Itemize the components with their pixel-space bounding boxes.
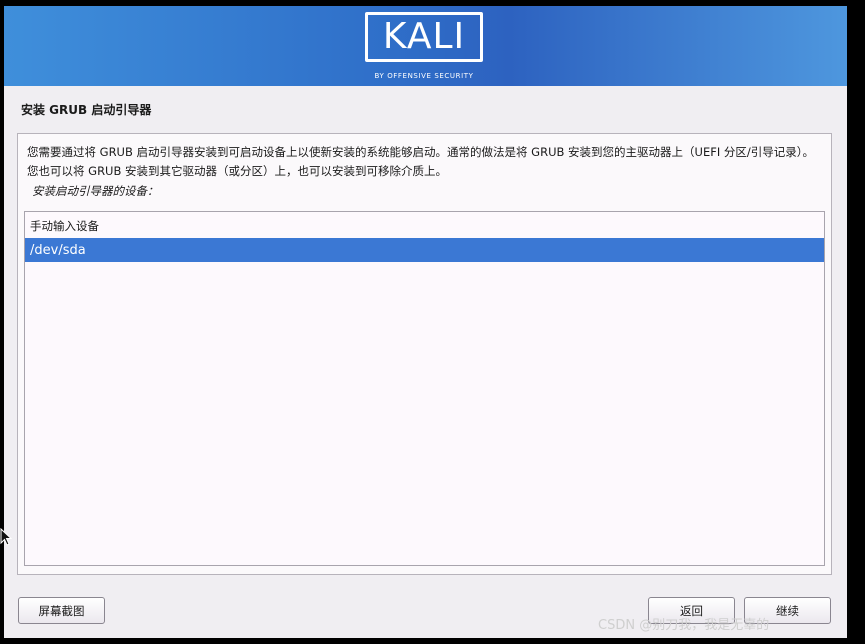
logo-text: KALI xyxy=(382,16,466,57)
device-prompt: 安装启动引导器的设备： xyxy=(32,184,159,198)
logo-subtitle: BY OFFENSIVE SECURITY xyxy=(374,72,474,80)
list-item-dev-sda[interactable]: /dev/sda xyxy=(25,238,824,262)
kali-logo: KALI xyxy=(365,12,483,62)
installer-window: KALI BY OFFENSIVE SECURITY 安装 GRUB 启动引导器… xyxy=(4,6,847,638)
header-banner: KALI BY OFFENSIVE SECURITY xyxy=(4,6,847,86)
device-list[interactable]: 手动输入设备 /dev/sda xyxy=(24,211,825,566)
content-panel: 您需要通过将 GRUB 启动引导器安装到可启动设备上以使新安装的系统能够启动。通… xyxy=(17,133,832,575)
page-title: 安装 GRUB 启动引导器 xyxy=(21,103,152,117)
screenshot-button[interactable]: 屏幕截图 xyxy=(18,597,105,624)
watermark-text: CSDN @别刀我，我是无辜的 xyxy=(598,618,770,633)
description-text: 您需要通过将 GRUB 启动引导器安装到可启动设备上以使新安装的系统能够启动。通… xyxy=(27,145,815,178)
list-item-manual-entry[interactable]: 手动输入设备 xyxy=(25,214,824,238)
mouse-pointer-icon xyxy=(0,528,12,546)
